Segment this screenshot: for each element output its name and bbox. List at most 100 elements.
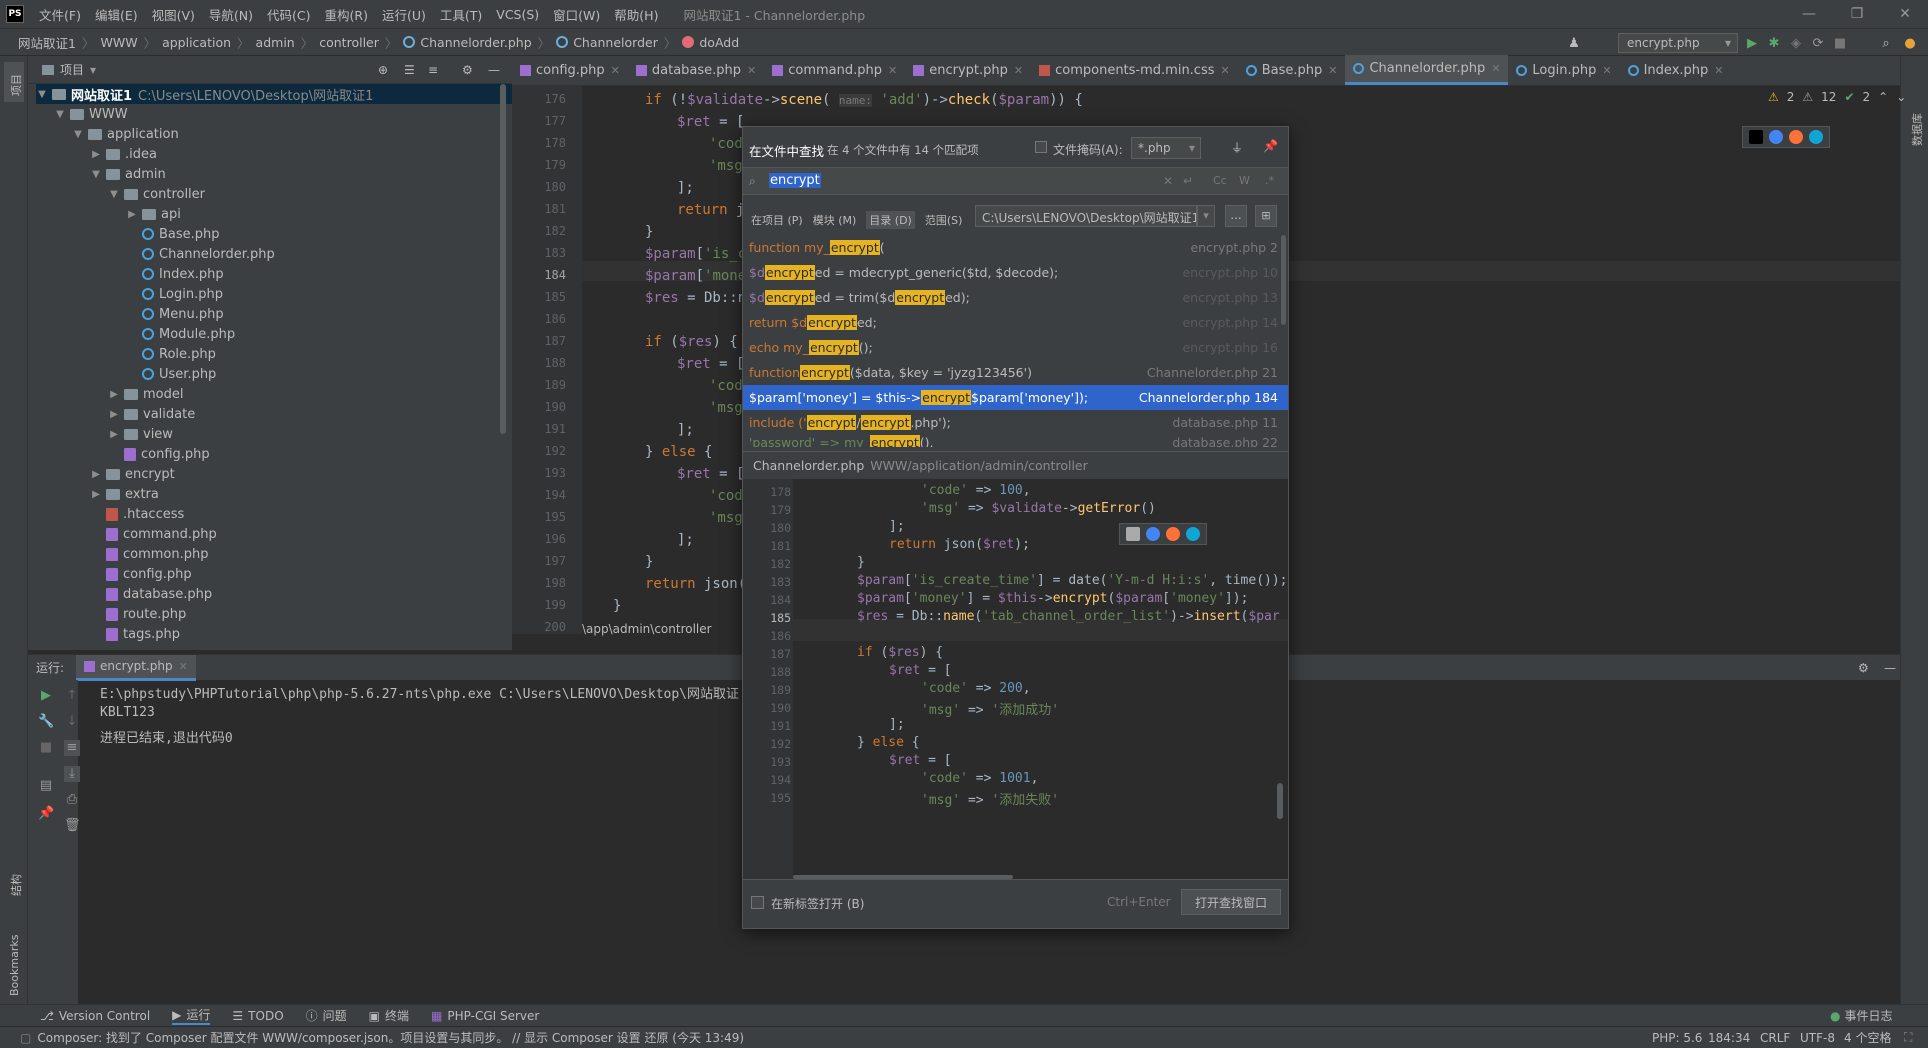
breadcrumb-admin[interactable]: admin — [256, 35, 295, 50]
tree-item-validate[interactable]: ▶ validate — [108, 404, 195, 424]
result-row[interactable]: include (' encrypt / encrypt .php'); database… — [743, 410, 1288, 435]
pin-icon[interactable]: 📌 — [1263, 139, 1278, 153]
file-encoding[interactable]: UTF-8 — [1800, 1031, 1835, 1045]
firefox-icon[interactable] — [1789, 130, 1803, 144]
tab-command[interactable]: command.php ✕ — [764, 55, 905, 85]
search-field[interactable]: ⌕ encrypt ✕ ↵ Cc W .* — [743, 167, 1288, 195]
chevron-down-icon[interactable]: ▾ — [1189, 141, 1195, 155]
update-icon[interactable]: ● — [1902, 35, 1918, 51]
file-mask-checkbox[interactable] — [1035, 141, 1047, 153]
expand-all-icon[interactable]: ☰ — [404, 63, 415, 77]
menu-vcs[interactable]: VCS(S) — [489, 7, 546, 22]
gear-icon[interactable]: ⚙ — [1858, 661, 1869, 675]
tree-item-channelorder[interactable]: Channelorder.php — [142, 244, 275, 264]
chevron-down-icon[interactable]: ▾ — [1197, 205, 1215, 227]
browse-button[interactable]: ... — [1225, 205, 1247, 227]
clear-icon[interactable]: ✕ — [1163, 174, 1173, 188]
close-icon[interactable]: ✕ — [611, 64, 620, 77]
menu-window[interactable]: 窗口(W) — [546, 5, 607, 24]
tree-item-database[interactable]: database.php — [106, 584, 212, 604]
breadcrumb-method[interactable]: doAdd — [699, 35, 739, 50]
tab-config[interactable]: config.php ✕ — [512, 55, 628, 85]
tree-item-config[interactable]: config.php — [106, 564, 192, 584]
close-icon[interactable]: ✕ — [1221, 64, 1230, 77]
menu-help[interactable]: 帮助(H) — [607, 5, 665, 24]
trash-icon[interactable]: 🗑 — [64, 818, 81, 834]
user-icon[interactable]: ♟ — [1566, 35, 1582, 51]
match-case-icon[interactable]: Cc — [1213, 174, 1227, 187]
menu-navigate[interactable]: 导航(N) — [202, 5, 260, 24]
results-scrollbar[interactable] — [1281, 235, 1286, 325]
close-icon[interactable]: ✕ — [1714, 64, 1723, 77]
directory-input[interactable]: C:\Users\LENOVO\Desktop\网站取证1 — [975, 205, 1197, 227]
down-arrow-icon[interactable]: ↓ — [64, 714, 80, 730]
tree-item-admin[interactable]: ▼ admin — [90, 164, 166, 184]
coverage-icon[interactable]: ◈ — [1788, 35, 1804, 51]
phpstorm-icon[interactable] — [1749, 130, 1763, 144]
preview-scrollbar[interactable] — [1277, 783, 1283, 819]
breadcrumb-application[interactable]: application — [162, 35, 231, 50]
tree-item-root[interactable]: ▼ 网站取证1 C:\Users\LENOVO\Desktop\网站取证1 — [36, 84, 512, 104]
recursive-icon[interactable]: ⊞ — [1255, 205, 1277, 227]
tree-item-tags[interactable]: tags.php — [106, 624, 180, 644]
tool-run[interactable]: ▶ 运行 — [172, 1006, 211, 1025]
tree-item-route[interactable]: route.php — [106, 604, 186, 624]
close-icon[interactable]: ✕ — [179, 660, 188, 673]
search-query[interactable]: encrypt — [769, 173, 821, 188]
soft-wrap-icon[interactable]: ≡ — [64, 740, 80, 756]
result-row[interactable]: $d encrypt ed = trim($d encrypt ed); encrypt.… — [743, 285, 1288, 310]
tab-channelorder[interactable]: Channelorder.php ✕ — [1345, 55, 1509, 85]
tree-item-admin-config[interactable]: config.php — [124, 444, 210, 464]
wrap-icon[interactable] — [1126, 527, 1140, 541]
close-icon[interactable]: ✕ — [1882, 0, 1928, 28]
tree-item-controller[interactable]: ▼ controller — [108, 184, 205, 204]
regex-icon[interactable]: .* — [1265, 174, 1274, 187]
tree-item-base[interactable]: Base.php — [142, 224, 220, 244]
tab-components-css[interactable]: components-md.min.css ✕ — [1031, 55, 1238, 85]
tree-item-idea[interactable]: ▶ .idea — [90, 144, 157, 164]
collapse-all-icon[interactable]: ≡ — [428, 63, 438, 77]
lock-icon[interactable]: ⛶ — [1904, 1030, 1912, 1045]
layout-icon[interactable]: ▤ — [38, 778, 54, 794]
hide-icon[interactable]: — — [1884, 661, 1896, 675]
tree-item-module[interactable]: Module.php — [142, 324, 235, 344]
up-arrow-icon[interactable]: ↑ — [64, 688, 80, 704]
tree-item-role[interactable]: Role.php — [142, 344, 216, 364]
stop-icon[interactable]: ■ — [1832, 35, 1848, 51]
inspection-widget[interactable]: ⚠ 2 ⚠ 12 ✔ 2 ⌃ ⌄ — [1768, 90, 1906, 104]
result-row[interactable]: 'password' => my_ encrypt (), database.php … — [743, 435, 1288, 447]
tool-todo[interactable]: ☰ TODO — [232, 1009, 283, 1023]
debug-icon[interactable]: ✱ — [1766, 35, 1782, 51]
chevron-up-icon[interactable]: ⌃ — [1878, 90, 1888, 104]
php-level[interactable]: PHP: 5.6 — [1652, 1031, 1702, 1045]
breadcrumb-controller[interactable]: controller — [319, 35, 379, 50]
tool-problems[interactable]: ⓘ 问题 — [306, 1007, 347, 1024]
tree-item-index[interactable]: Index.php — [142, 264, 224, 284]
tree-item-www[interactable]: ▼ WWW — [54, 104, 127, 124]
project-panel-title[interactable]: 项目 — [60, 61, 84, 78]
whole-word-icon[interactable]: W — [1239, 174, 1250, 187]
print-icon[interactable]: ⎙ — [64, 792, 80, 808]
result-row[interactable]: echo my_ encrypt (); encrypt.php 16 — [743, 335, 1288, 360]
run-icon[interactable]: ▶ — [1744, 35, 1760, 51]
tree-item-view[interactable]: ▶ view — [108, 424, 173, 444]
result-row[interactable]: return $d encrypt ed; encrypt.php 14 — [743, 310, 1288, 335]
firefox-icon[interactable] — [1166, 527, 1180, 541]
search-icon[interactable]: ⌕ — [1878, 35, 1894, 51]
editor-breadcrumb[interactable]: \app\admin\controller — [582, 622, 742, 636]
tree-item-api[interactable]: ▶ api — [126, 204, 181, 224]
filter-icon[interactable]: ⏚ — [1231, 139, 1243, 156]
run-config-select[interactable]: encrypt.php ▾ — [1618, 33, 1738, 53]
close-icon[interactable]: ✕ — [888, 64, 897, 77]
tool-php-cgi[interactable]: ▦ PHP-CGI Server — [431, 1009, 539, 1023]
caret-position[interactable]: 184:34 — [1708, 1031, 1750, 1045]
scope-module[interactable]: 模块 (M) — [813, 212, 857, 228]
result-row-selected[interactable]: $param['money'] = $this-> encrypt $param['… — [743, 385, 1288, 410]
project-tool-label[interactable]: 项目 — [8, 74, 24, 96]
tree-item-extra[interactable]: ▶ extra — [90, 484, 159, 504]
tree-item-htaccess[interactable]: .htaccess — [106, 504, 184, 524]
tree-item-command[interactable]: command.php — [106, 524, 217, 544]
tab-index[interactable]: Index.php ✕ — [1620, 55, 1732, 85]
result-row[interactable]: function my_ encrypt(encrypt.php 2 — [743, 235, 1288, 260]
profile-icon[interactable]: ⟳ — [1810, 35, 1826, 51]
